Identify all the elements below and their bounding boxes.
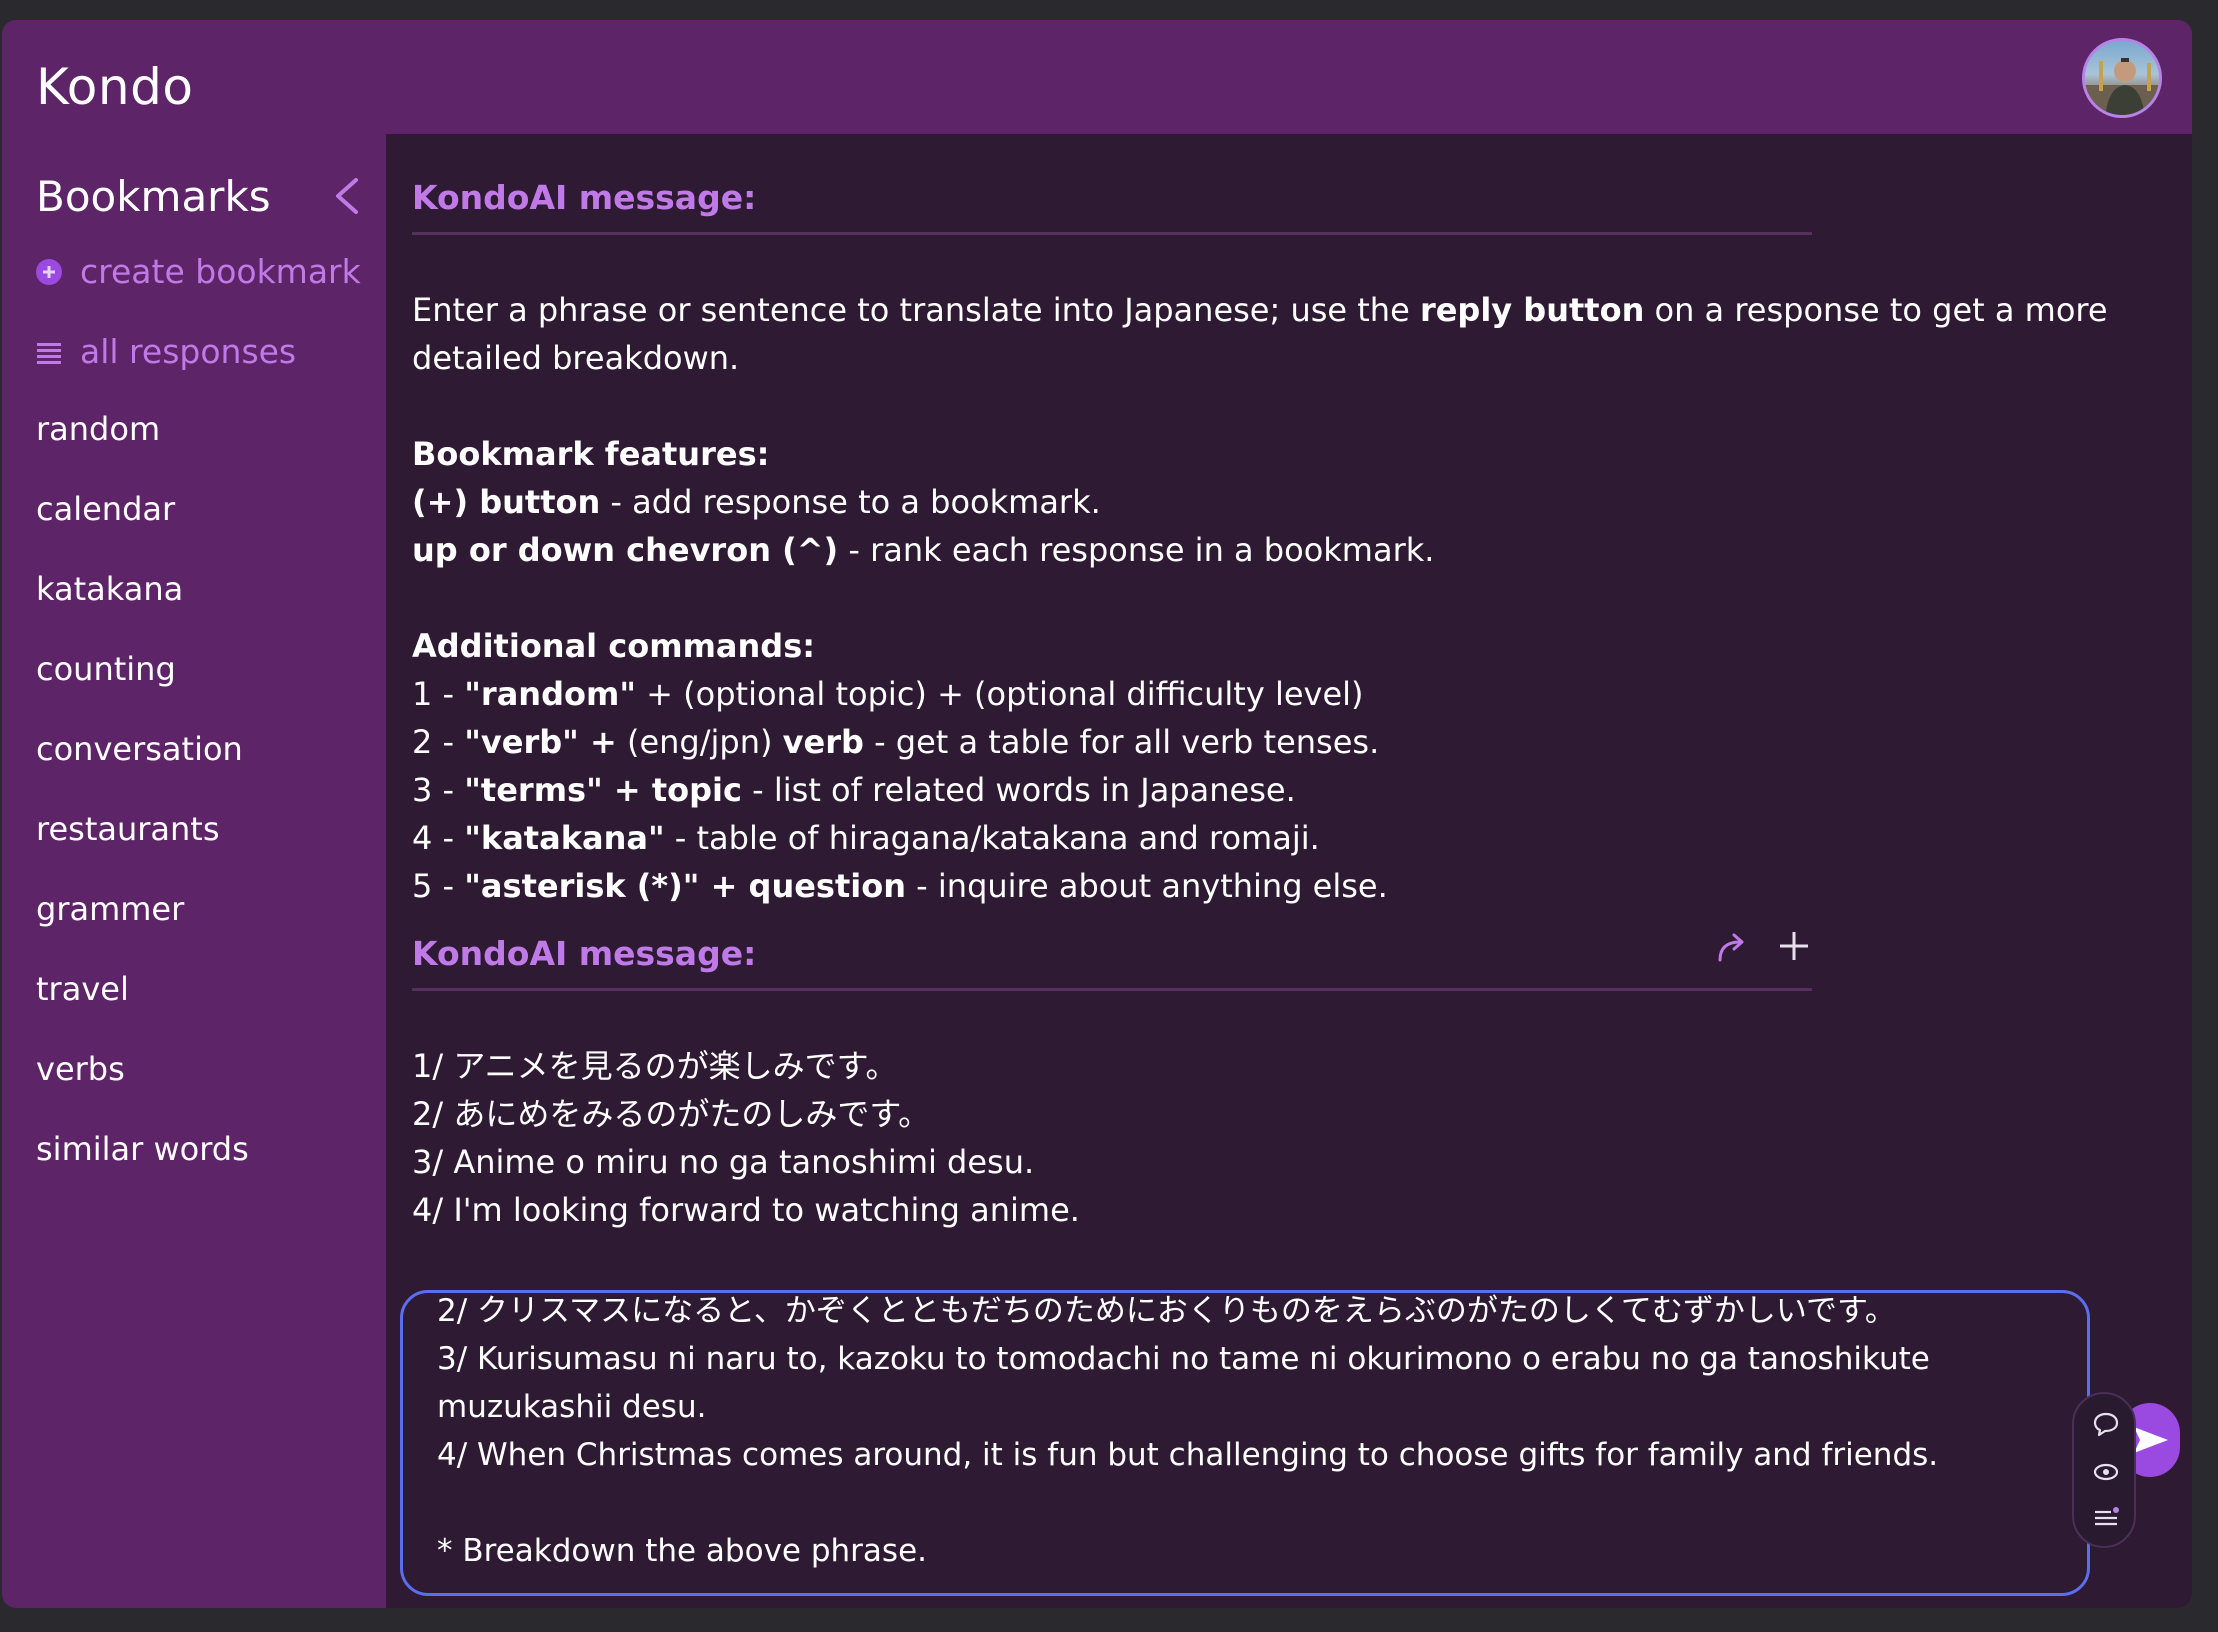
feature-line: (+) button - add response to a bookmark. — [412, 483, 1101, 521]
user-avatar[interactable] — [2082, 38, 2162, 118]
chat-bubble-icon[interactable] — [2092, 1410, 2120, 1438]
sidebar-item-conversation[interactable]: conversation — [36, 730, 243, 768]
features-title: Bookmark features: — [412, 435, 770, 473]
commands-title: Additional commands: — [412, 627, 816, 665]
plus-icon[interactable] — [1776, 928, 1812, 964]
sidebar-title: Bookmarks — [36, 172, 271, 221]
message-body: 1/ アニメを見るのが楽しみです。 2/ あにめをみるのがたのしみです。 3/ … — [412, 1042, 2142, 1234]
message-input-text[interactable]: 2/ クリスマスになると、かぞくとともだちのためにおくりものをえらぶのがたのしく… — [437, 1293, 2037, 1575]
sidebar-item-counting[interactable]: counting — [36, 650, 176, 688]
feature-line: up or down chevron (^) - rank each respo… — [412, 531, 1435, 569]
sidebar-item-verbs[interactable]: verbs — [36, 1050, 125, 1088]
translation-line: 2/ あにめをみるのがたのしみです。 — [412, 1095, 931, 1133]
command-line: 5 - "asterisk (*)" + question - inquire … — [412, 867, 1388, 905]
list-settings-icon[interactable] — [2092, 1504, 2120, 1532]
command-line: 4 - "katakana" - table of hiragana/katak… — [412, 819, 1320, 857]
all-responses-button[interactable]: all responses — [36, 332, 296, 371]
message-heading: KondoAI message: — [412, 178, 757, 217]
sidebar-item-travel[interactable]: travel — [36, 970, 129, 1008]
message-heading: KondoAI message: — [412, 934, 757, 973]
translation-line: 3/ Anime o miru no ga tanoshimi desu. — [412, 1143, 1035, 1181]
app-title: Kondo — [36, 58, 194, 116]
create-bookmark-button[interactable]: create bookmark — [36, 252, 361, 291]
sidebar-item-random[interactable]: random — [36, 410, 160, 448]
chevron-left-icon[interactable] — [330, 176, 364, 216]
command-line: 1 - "random" + (optional topic) + (optio… — [412, 675, 1364, 713]
intro-text: Enter a phrase or sentence to translate … — [412, 291, 2108, 377]
sidebar-item-grammer[interactable]: grammer — [36, 890, 184, 928]
translation-line: 1/ アニメを見るのが楽しみです。 — [412, 1047, 898, 1085]
message-input[interactable]: 2/ クリスマスになると、かぞくとともだちのためにおくりものをえらぶのがたのしく… — [400, 1290, 2090, 1596]
create-bookmark-label: create bookmark — [80, 252, 361, 291]
message-divider — [412, 988, 1812, 991]
eye-icon[interactable] — [2092, 1458, 2120, 1486]
list-icon — [37, 342, 61, 364]
translation-line: 4/ I'm looking forward to watching anime… — [412, 1191, 1080, 1229]
sidebar-item-calendar[interactable]: calendar — [36, 490, 175, 528]
message-actions — [1714, 928, 1812, 966]
message-divider — [412, 232, 1812, 235]
all-responses-label: all responses — [80, 332, 297, 371]
sidebar-item-similar-words[interactable]: similar words — [36, 1130, 249, 1168]
command-line: 3 - "terms" + topic - list of related wo… — [412, 771, 1296, 809]
app-window: Kondo Bookmarks create bookmark all resp — [2, 20, 2192, 1608]
sidebar-item-katakana[interactable]: katakana — [36, 570, 183, 608]
message-body: Enter a phrase or sentence to translate … — [412, 286, 2142, 910]
avatar-image — [2085, 58, 2159, 115]
plus-circle-icon — [36, 258, 62, 285]
composer-tools — [2072, 1392, 2136, 1548]
sidebar-item-restaurants[interactable]: restaurants — [36, 810, 220, 848]
command-line: 2 - "verb" + (eng/jpn) verb - get a tabl… — [412, 723, 1380, 761]
reply-icon[interactable] — [1714, 928, 1752, 966]
